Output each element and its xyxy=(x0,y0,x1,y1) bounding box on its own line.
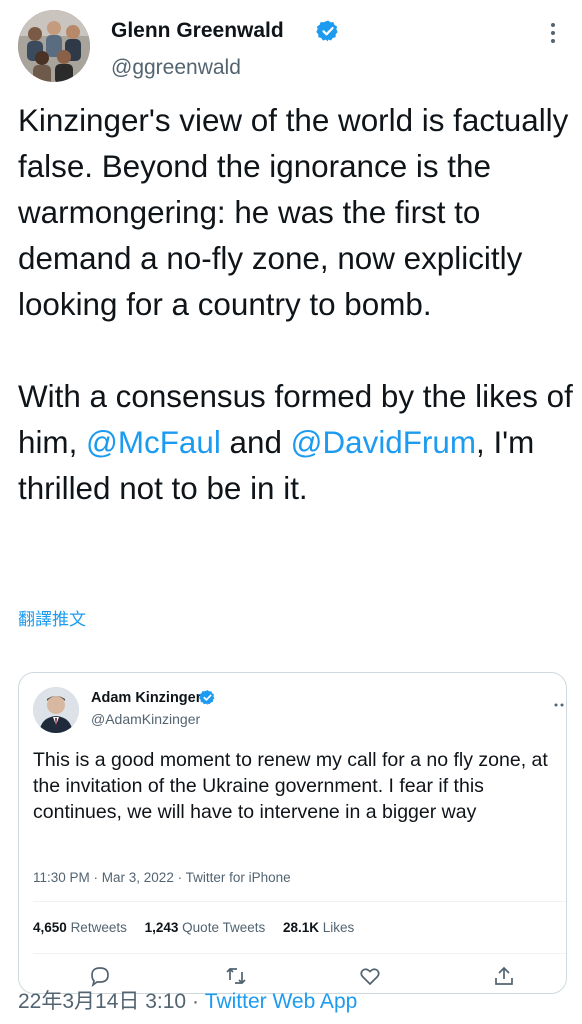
verified-badge-icon xyxy=(199,689,216,706)
likes-label: Likes xyxy=(322,920,355,935)
retweets-stat[interactable]: 4,650 Retweets xyxy=(33,920,127,935)
author-name[interactable]: Glenn Greenwald xyxy=(111,17,284,45)
like-icon[interactable] xyxy=(359,965,381,987)
retweets-count: 4,650 xyxy=(33,920,67,935)
tweet-footer: 22年3月14日 3:10 · Twitter Web App xyxy=(18,987,357,1017)
quoted-author-name[interactable]: Adam Kinzinger xyxy=(91,688,201,708)
retweets-label: Retweets xyxy=(70,920,127,935)
quoted-tweet-card[interactable]: Adam Kinzinger @AdamKinzinger This is a … xyxy=(18,672,567,994)
quoted-author-handle[interactable]: @AdamKinzinger xyxy=(91,709,200,729)
tweet-text: Kinzinger's view of the world is factual… xyxy=(18,98,574,512)
quoted-tweet-stats: 4,650 Retweets 1,243 Quote Tweets 28.1K … xyxy=(33,918,368,938)
tweet-source-app[interactable]: Twitter Web App xyxy=(205,990,358,1013)
likes-stat[interactable]: 28.1K Likes xyxy=(283,920,354,935)
quoted-more-options-icon[interactable] xyxy=(554,695,564,707)
author-avatar[interactable] xyxy=(18,10,90,82)
divider xyxy=(33,901,566,902)
tweet-paragraph-2: With a consensus formed by the likes of … xyxy=(18,374,574,512)
group-photo-avatar-image xyxy=(18,10,90,82)
quoted-author-avatar[interactable] xyxy=(33,687,79,733)
retweet-icon[interactable] xyxy=(225,965,247,987)
verified-badge-icon xyxy=(316,19,340,43)
quote-tweets-count: 1,243 xyxy=(144,920,179,935)
quoted-tweet-timestamp[interactable]: 11:30 PM · Mar 3, 2022 · Twitter for iPh… xyxy=(33,868,291,888)
more-options-icon[interactable] xyxy=(548,20,558,46)
share-icon[interactable] xyxy=(493,965,515,987)
footer-separator: · xyxy=(186,990,205,1013)
tweet-timestamp[interactable]: 22年3月14日 3:10 xyxy=(18,990,186,1013)
divider xyxy=(33,953,566,954)
likes-count: 28.1K xyxy=(283,920,320,935)
author-handle[interactable]: @ggreenwald xyxy=(111,54,241,82)
translate-tweet-link[interactable]: 翻譯推文 xyxy=(18,607,86,633)
tweet-paragraph-1: Kinzinger's view of the world is factual… xyxy=(18,103,569,322)
portrait-avatar-image xyxy=(33,687,79,733)
quoted-tweet-text: This is a good moment to renew my call f… xyxy=(33,749,548,823)
quote-tweets-stat[interactable]: 1,243 Quote Tweets xyxy=(145,920,266,935)
mention-link-mcfaul[interactable]: @McFaul xyxy=(86,425,221,460)
quote-tweets-label: Quote Tweets xyxy=(182,920,266,935)
tweet-text-segment: and xyxy=(220,425,291,460)
mention-link-davidfrum[interactable]: @DavidFrum xyxy=(291,425,476,460)
reply-icon[interactable] xyxy=(89,965,111,988)
